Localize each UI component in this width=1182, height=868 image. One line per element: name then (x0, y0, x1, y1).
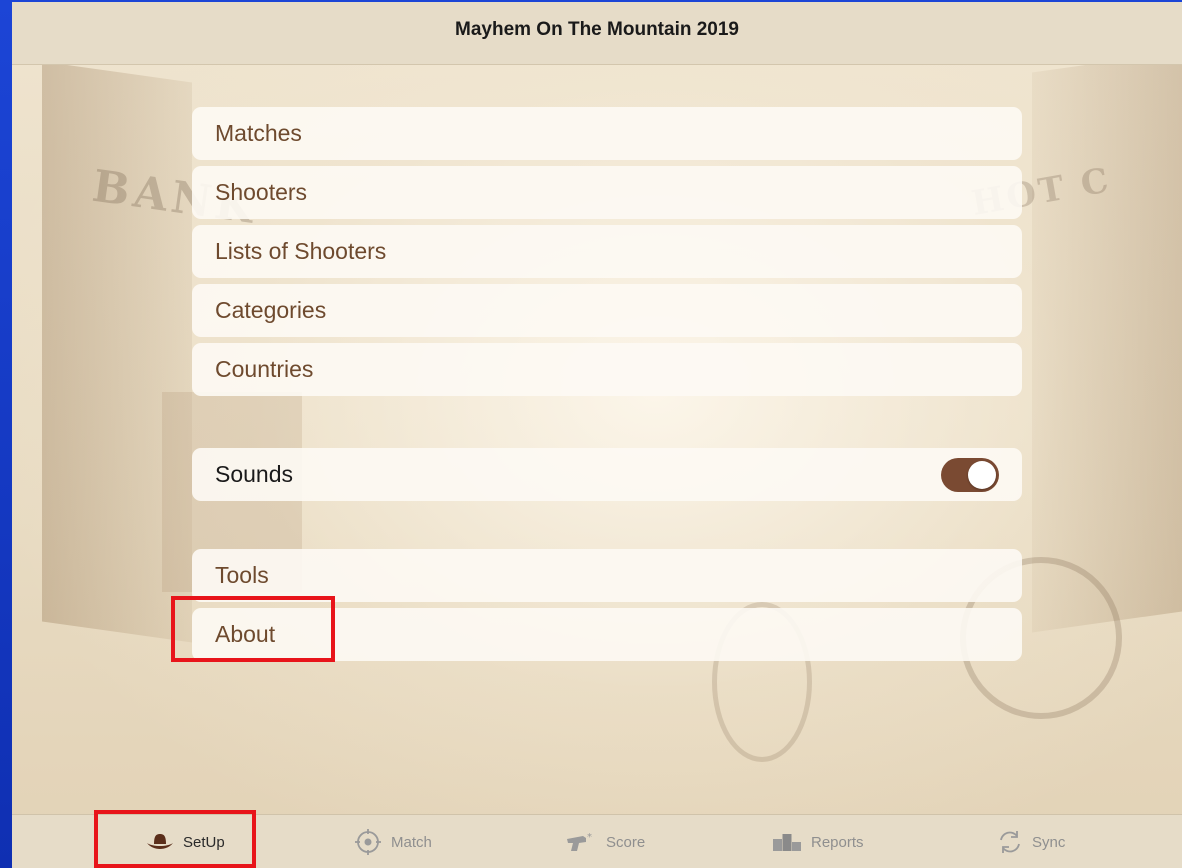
tab-score[interactable]: * Score (565, 815, 645, 868)
menu-group-main: Matches Shooters Lists of Shooters Categ… (192, 107, 1022, 402)
menu-item-about[interactable]: About (192, 608, 1022, 661)
menu-group-tools: Tools About (192, 549, 1022, 667)
tab-label: SetUp (183, 833, 225, 851)
menu-item-label: About (215, 621, 276, 647)
menu-item-label: Lists of Shooters (215, 238, 387, 264)
menu-item-label: Matches (215, 120, 302, 146)
cowboy-hat-icon (146, 832, 174, 852)
tab-match[interactable]: Match (354, 815, 432, 868)
podium-icon (772, 831, 802, 853)
tab-reports[interactable]: Reports (772, 815, 864, 868)
menu-item-lists-of-shooters[interactable]: Lists of Shooters (192, 225, 1022, 278)
sounds-toggle[interactable] (941, 457, 999, 492)
tab-label: Score (606, 833, 646, 851)
svg-text:*: * (587, 832, 592, 843)
tab-label: Match (391, 833, 432, 851)
menu-item-matches[interactable]: Matches (192, 107, 1022, 160)
menu-item-label: Tools (215, 562, 269, 588)
background-building-right (1032, 51, 1182, 633)
toggle-knob (968, 460, 996, 489)
sounds-label: Sounds (215, 461, 294, 487)
tab-label: Reports (811, 833, 864, 851)
revolver-icon: * (565, 831, 597, 853)
page-title: Mayhem On The Mountain 2019 (455, 19, 739, 40)
menu-item-label: Shooters (215, 179, 308, 205)
tab-bar: SetUp Match * Score Reports Sync (12, 814, 1182, 868)
tab-label: Sync (1032, 833, 1066, 851)
menu-item-countries[interactable]: Countries (192, 343, 1022, 396)
menu-item-label: Countries (215, 356, 314, 382)
tab-setup[interactable]: SetUp (146, 815, 225, 868)
sync-icon (997, 829, 1023, 855)
menu-item-categories[interactable]: Categories (192, 284, 1022, 337)
app-screen: BANK HOT C Mayhem On The Mountain 2019 M… (12, 2, 1182, 868)
menu-item-tools[interactable]: Tools (192, 549, 1022, 602)
tab-sync[interactable]: Sync (997, 815, 1065, 868)
menu-item-label: Categories (215, 297, 327, 323)
navigation-bar: Mayhem On The Mountain 2019 (12, 2, 1182, 65)
menu-item-shooters[interactable]: Shooters (192, 166, 1022, 219)
sounds-row: Sounds (192, 448, 1022, 501)
target-icon (354, 828, 382, 856)
menu-group-sounds: Sounds (192, 448, 1022, 507)
